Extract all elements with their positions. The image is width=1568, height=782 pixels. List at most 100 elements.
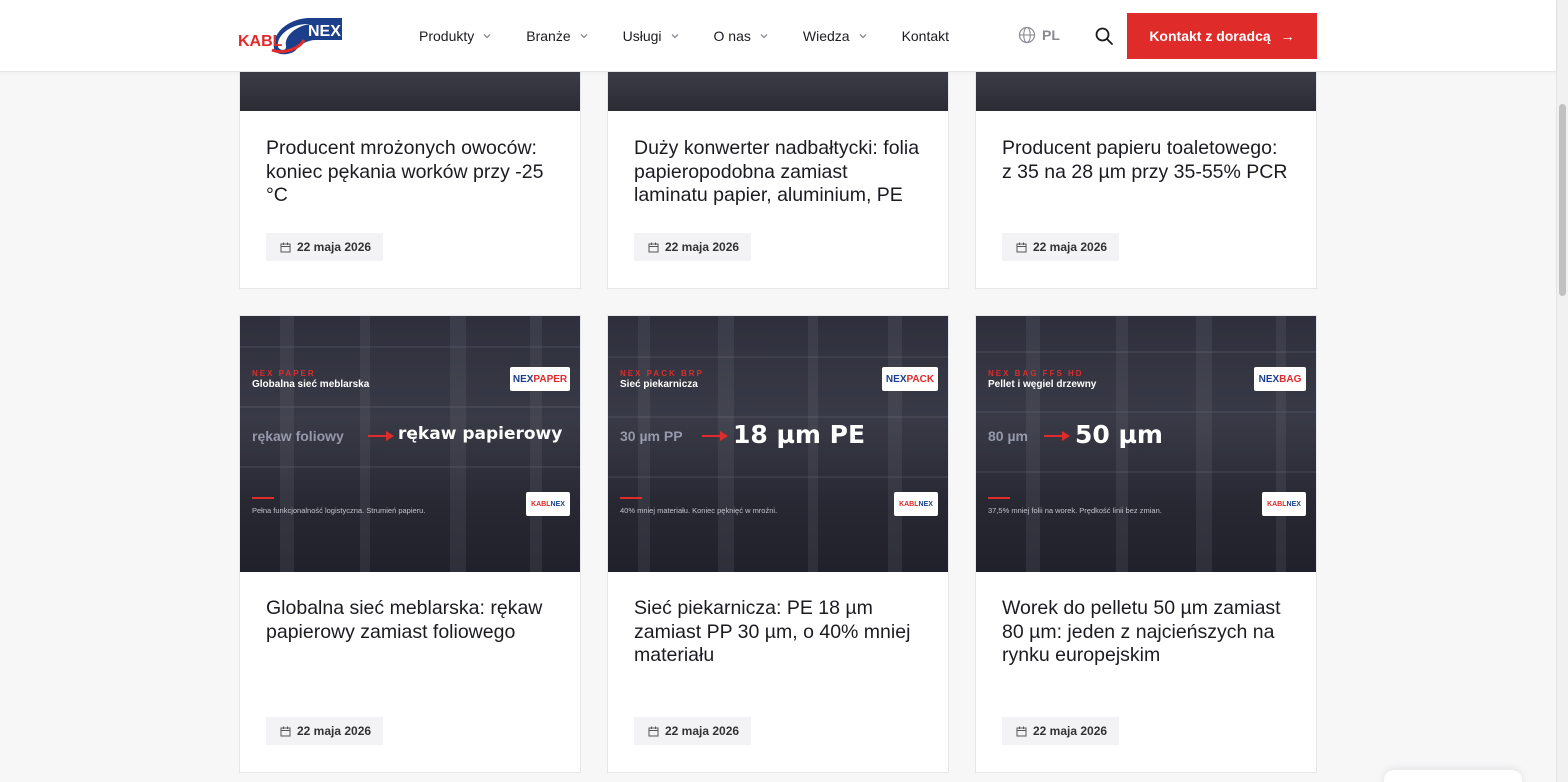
- image-tag: NEX PAPER: [252, 369, 316, 378]
- article-title[interactable]: Sieć piekarnicza: PE 18 µm zamiast PP 30…: [634, 597, 924, 668]
- image-new-value: rękaw papierowy: [398, 424, 563, 444]
- site-header: KABL NEX Produkty Branże Usługi O nas Wi…: [0, 0, 1556, 72]
- article-card[interactable]: Duży konwerter nadbałtycki: folia papier…: [607, 40, 949, 289]
- language-label: PL: [1042, 27, 1060, 43]
- badge-part: BAG: [1279, 373, 1302, 385]
- kablonex-badge: KABL NEX: [526, 492, 570, 516]
- chevron-down-icon: [671, 34, 678, 39]
- arrow-right-icon: →: [1280, 28, 1295, 44]
- article-card[interactable]: NEX BAG FFS HD Pellet i węgiel drzewny N…: [975, 315, 1317, 773]
- product-badge: NEX PAPER: [510, 367, 570, 391]
- badge-part: NEX: [1258, 373, 1280, 385]
- product-badge: NEX BAG: [1254, 367, 1306, 391]
- chevron-down-icon: [580, 34, 588, 39]
- nav-item-kontakt[interactable]: Kontakt: [902, 28, 949, 44]
- article-date: 22 maja 2026: [634, 717, 752, 745]
- article-thumbnail[interactable]: NEX BAG FFS HD Pellet i węgiel drzewny N…: [976, 316, 1316, 572]
- nav-item-produkty[interactable]: Produkty: [419, 28, 492, 44]
- date-label: 22 maja 2026: [1033, 724, 1108, 738]
- image-subtitle: Globalna sieć meblarska: [252, 379, 370, 390]
- calendar-icon: [1016, 242, 1027, 252]
- article-title[interactable]: Producent papieru toaletowego: z 35 na 2…: [1002, 137, 1292, 184]
- product-badge: NEX PACK: [882, 367, 938, 391]
- image-old-value: rękaw foliowy: [252, 428, 344, 444]
- calendar-icon: [648, 242, 659, 252]
- article-date: 22 maja 2026: [266, 717, 384, 745]
- nav-item-label: Wiedza: [802, 28, 850, 44]
- badge-part: KABL: [899, 500, 919, 508]
- page-scrollbar[interactable]: [1556, 0, 1568, 782]
- nav-item-label: Kontakt: [901, 28, 950, 44]
- image-tag: NEX PACK BRP: [620, 369, 704, 378]
- date-label: 22 maja 2026: [665, 724, 740, 738]
- badge-part: KABL: [1267, 500, 1287, 508]
- article-card[interactable]: Producent papieru toaletowego: z 35 na 2…: [975, 40, 1317, 289]
- article-card[interactable]: NEX PACK BRP Sieć piekarnicza NEX PACK 30…: [607, 315, 949, 773]
- article-title[interactable]: Globalna sieć meblarska: rękaw papierowy…: [266, 597, 556, 644]
- article-title[interactable]: Duży konwerter nadbałtycki: folia papier…: [634, 137, 924, 208]
- article-card[interactable]: NEX PAPER Globalna sieć meblarska NEX PAP…: [239, 315, 581, 773]
- badge-part: PACK: [906, 373, 935, 385]
- contact-advisor-button[interactable]: Kontakt z doradcą →: [1127, 13, 1317, 59]
- nav-item-label: Usługi: [622, 28, 662, 44]
- nav-item-branze[interactable]: Branże: [526, 28, 588, 44]
- image-footer: 37,5% mniej folii na worek. Prędkość lin…: [988, 506, 1162, 515]
- article-date: 22 maja 2026: [1002, 233, 1120, 261]
- divider: [620, 497, 642, 499]
- article-title[interactable]: Producent mrożonych owoców: koniec pękan…: [266, 137, 556, 208]
- divider: [252, 497, 274, 499]
- date-label: 22 maja 2026: [665, 240, 740, 254]
- image-footer: Pełna funkcjonalność logistyczna. Strumi…: [252, 506, 426, 515]
- image-subtitle: Sieć piekarnicza: [620, 379, 698, 390]
- logo-right-text: NEX: [308, 23, 341, 40]
- nav-item-wiedza[interactable]: Wiedza: [803, 28, 868, 44]
- scrollbar-thumb[interactable]: [1559, 104, 1566, 296]
- article-thumbnail[interactable]: NEX PACK BRP Sieć piekarnicza NEX PACK 30…: [608, 316, 948, 572]
- article-title[interactable]: Worek do pelletu 50 µm zamiast 80 µm: je…: [1002, 597, 1292, 668]
- date-label: 22 maja 2026: [1033, 240, 1108, 254]
- badge-part: NEX: [918, 500, 933, 508]
- image-new-value: 18 µm PE: [733, 420, 866, 449]
- cta-label: Kontakt z doradcą: [1149, 28, 1271, 44]
- image-old-value: 80 µm: [988, 428, 1028, 444]
- nav-item-uslugi[interactable]: Usługi: [623, 28, 680, 44]
- calendar-icon: [1016, 726, 1027, 736]
- nav-item-o-nas[interactable]: O nas: [714, 28, 769, 44]
- nav-item-label: O nas: [713, 28, 751, 44]
- kablonex-logo[interactable]: KABL NEX: [238, 14, 344, 56]
- calendar-icon: [648, 726, 659, 736]
- logo-left-text: KABL: [238, 33, 283, 50]
- image-subtitle: Pellet i węgiel drzewny: [988, 379, 1097, 390]
- chat-widget[interactable]: [1384, 770, 1522, 782]
- calendar-icon: [280, 242, 291, 252]
- arrow-right-icon: [368, 431, 394, 441]
- badge-part: NEX: [1286, 500, 1301, 508]
- badge-part: KABL: [531, 500, 551, 508]
- article-date: 22 maja 2026: [266, 233, 384, 261]
- article-card[interactable]: Producent mrożonych owoców: koniec pękan…: [239, 40, 581, 289]
- language-switcher[interactable]: PL: [1018, 26, 1060, 44]
- article-date: 22 maja 2026: [1002, 717, 1120, 745]
- chevron-down-icon: [859, 34, 867, 39]
- badge-part: NEX: [512, 373, 534, 385]
- search-icon[interactable]: [1094, 26, 1114, 46]
- nav-item-label: Produkty: [419, 28, 475, 44]
- article-date: 22 maja 2026: [634, 233, 752, 261]
- article-thumbnail[interactable]: NEX PAPER Globalna sieć meblarska NEX PAP…: [240, 316, 580, 572]
- image-new-value: 50 µm: [1075, 420, 1163, 449]
- arrow-right-icon: [702, 431, 728, 441]
- kablonex-badge: KABL NEX: [894, 492, 938, 516]
- arrow-right-icon: [1044, 431, 1070, 441]
- chevron-down-icon: [483, 34, 491, 39]
- globe-icon: [1018, 26, 1036, 44]
- chevron-down-icon: [760, 34, 768, 39]
- kablonex-badge: KABL NEX: [1262, 492, 1306, 516]
- nav-item-label: Branże: [526, 28, 571, 44]
- main-nav: Produkty Branże Usługi O nas Wiedza Kont…: [419, 0, 983, 72]
- date-label: 22 maja 2026: [297, 240, 372, 254]
- badge-part: NEX: [885, 373, 907, 385]
- date-label: 22 maja 2026: [297, 724, 372, 738]
- divider: [988, 497, 1010, 499]
- badge-part: NEX: [550, 500, 565, 508]
- image-tag: NEX BAG FFS HD: [988, 369, 1084, 378]
